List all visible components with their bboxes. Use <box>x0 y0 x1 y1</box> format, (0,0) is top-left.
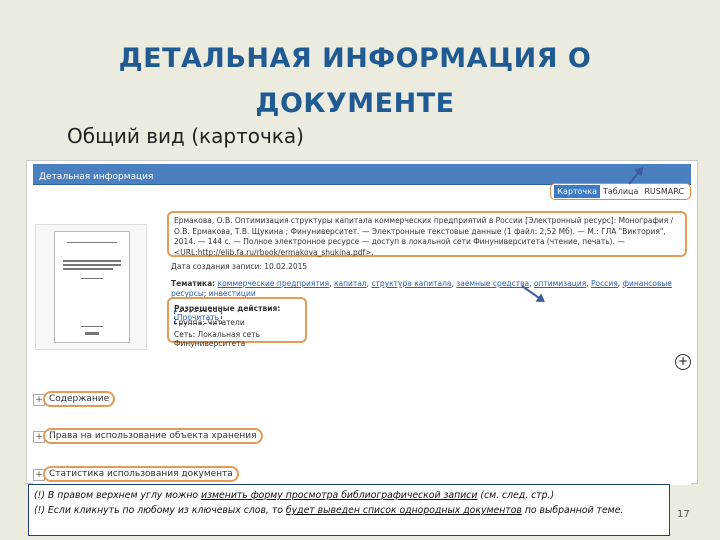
bibliographic-record: Ермакова, О.В. Оптимизация структуры кап… <box>167 211 687 257</box>
rights-box: Разрешенные действия: Прочитать Группа: … <box>167 297 307 348</box>
network-label: Сеть: Локальная сеть Финуниверситета <box>174 330 261 348</box>
theme-link[interactable]: Россия <box>591 279 618 288</box>
theme-link[interactable]: коммерческие предприятия <box>218 279 330 288</box>
document-cover <box>35 224 147 350</box>
screenshot-panel: Детальная информация Карточка Таблица RU… <box>26 160 698 485</box>
panel-header: Детальная информация <box>33 164 691 185</box>
theme-link[interactable]: заемные средства <box>456 279 529 288</box>
tab-rusmarc[interactable]: RUSMARC <box>641 185 687 198</box>
note-link: будет выведен список однородных документ… <box>285 505 522 516</box>
expand-plus-icon[interactable]: + <box>675 354 691 370</box>
instruction-note: (!) В правом верхнем углу можно изменить… <box>28 484 670 536</box>
tab-card[interactable]: Карточка <box>554 185 600 198</box>
note-text: (см. след. стр.) <box>477 490 555 501</box>
tab-table[interactable]: Таблица <box>600 185 641 198</box>
theme-link[interactable]: структура капитала <box>371 279 451 288</box>
note-text: (!) В правом верхнем углу можно <box>34 490 202 501</box>
section-label[interactable]: Статистика использования документа <box>43 466 239 482</box>
theme-link[interactable]: оптимизация <box>534 279 586 288</box>
note-text: по выбранной теме. <box>521 505 624 516</box>
group-label: Группа: Читатели <box>174 318 245 327</box>
themes-label: Тематика: <box>171 279 216 288</box>
section-rights[interactable]: + Права на использование объекта хранени… <box>33 427 691 447</box>
section-label[interactable]: Содержание <box>43 391 116 407</box>
cover-page <box>54 231 130 343</box>
page-number: 17 <box>677 509 690 520</box>
section-statistics[interactable]: + Статистика использования документа <box>33 465 691 485</box>
panel-header-label: Детальная информация <box>39 172 154 182</box>
view-tabs: Карточка Таблица RUSMARC <box>550 183 691 200</box>
slide-subtitle: Общий вид (карточка) <box>67 124 304 148</box>
note-link: изменить форму просмотра библиографическ… <box>201 490 478 501</box>
theme-link[interactable]: капитал <box>334 279 367 288</box>
section-label[interactable]: Права на использование объекта хранения <box>43 428 263 444</box>
record-date: Дата создания записи: 10.02.2015 <box>171 262 308 271</box>
slide-title: ДЕТАЛЬНАЯ ИНФОРМАЦИЯ О ДОКУМЕНТЕ <box>118 43 592 119</box>
themes-list: Тематика: коммерческие предприятия, капи… <box>171 279 672 298</box>
note-text: (!) Если кликнуть по любому из ключевых … <box>34 505 286 516</box>
section-contents[interactable]: + Содержание <box>33 390 691 410</box>
